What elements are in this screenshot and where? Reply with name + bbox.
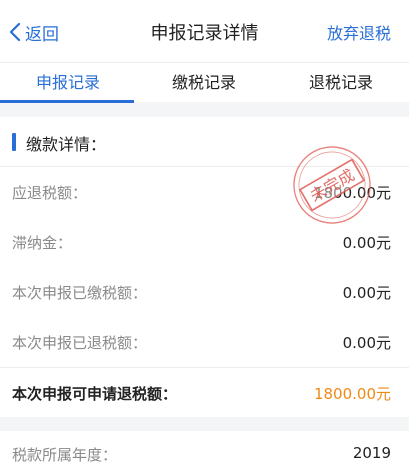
active-tab-indicator: [0, 100, 134, 103]
abandon-refund-button[interactable]: 放弃退税: [327, 20, 391, 44]
row-value: 1800.00元: [313, 385, 391, 403]
section-header: 缴款详情：: [0, 117, 409, 167]
row-value: 2019: [352, 444, 391, 462]
payment-details-card: 缴款详情： 应退税额： 1800.00元 滞纳金： 0.00元 本次申报已缴税额…: [0, 117, 409, 417]
tab-declaration-records[interactable]: 申报记录: [0, 69, 136, 93]
row-value: 0.00元: [342, 334, 391, 352]
row-value: 0.00元: [342, 234, 391, 252]
section-title: 缴款详情：: [26, 135, 107, 154]
row-label: 滞纳金：: [12, 234, 73, 252]
chevron-left-icon: [9, 22, 21, 42]
refunded-tax-row: 本次申报已退税额： 0.00元: [0, 317, 409, 367]
row-label: 本次申报已退税额：: [12, 334, 148, 352]
back-label: 返回: [25, 24, 59, 45]
row-label: 本次申报已缴税额：: [12, 284, 148, 302]
row-label: 应退税额：: [12, 184, 88, 202]
late-fee-row: 滞纳金： 0.00元: [0, 217, 409, 267]
row-label: 税款所属年度：: [12, 446, 118, 464]
tab-bar: 申报记录 缴税记录 退税记录: [0, 62, 409, 103]
paid-tax-row: 本次申报已缴税额： 0.00元: [0, 267, 409, 317]
back-button[interactable]: 返回: [9, 19, 59, 45]
tab-payment-records[interactable]: 缴税记录: [136, 69, 272, 93]
claimable-refund-row: 本次申报可申请退税额： 1800.00元: [0, 367, 409, 417]
section-marker: [12, 133, 16, 151]
navigation-bar: 返回 申报记录详情 放弃退税: [0, 0, 409, 62]
row-value: 0.00元: [342, 284, 391, 302]
row-label: 本次申报可申请退税额：: [12, 385, 178, 403]
tab-refund-records[interactable]: 退税记录: [273, 69, 409, 93]
tax-year-row: 税款所属年度： 2019: [0, 431, 409, 472]
refundable-tax-row: 应退税额： 1800.00元: [0, 167, 409, 217]
row-value: 1800.00元: [313, 184, 391, 202]
